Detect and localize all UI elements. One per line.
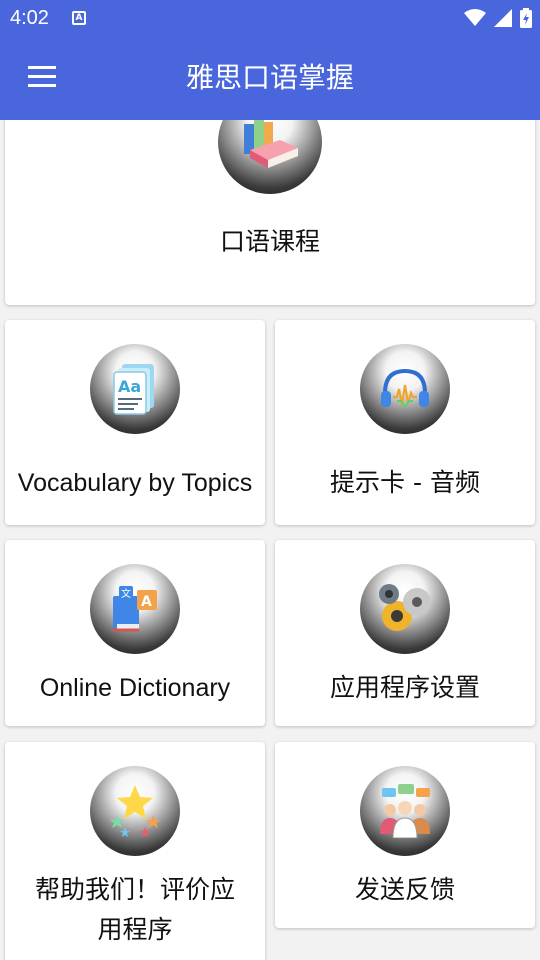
feedback-label: 发送反馈 <box>354 875 455 904</box>
svg-text:文: 文 <box>121 587 131 600</box>
vocabulary-card[interactable]: Aa Vocabulary by Topics <box>5 320 265 525</box>
app-title: 雅思口语掌握 <box>185 61 354 94</box>
online-dictionary-card[interactable]: 文 A Online Dictionary <box>5 540 265 726</box>
status-bar: 4:02 A <box>0 0 540 36</box>
signal-icon <box>494 9 512 27</box>
books-icon <box>218 120 322 194</box>
cue-cards-audio-card[interactable]: 提示卡 - 音频 <box>275 320 535 525</box>
online-dictionary-label: Online Dictionary <box>39 674 231 702</box>
app-settings-label: 应用程序设置 <box>329 673 480 702</box>
speaking-course-label: 口语课程 <box>219 227 320 256</box>
app-settings-card[interactable]: 应用程序设置 <box>275 540 535 726</box>
translation-book-icon: 文 A <box>90 564 180 654</box>
rate-app-card[interactable]: 帮助我们！评价应 用程序 <box>5 742 265 960</box>
people-chat-icon <box>360 766 450 856</box>
status-time: 4:02 <box>10 7 49 29</box>
menu-grid: 口语课程 Aa Vocabulary by Topics 提示卡 - 音频 文 … <box>0 120 540 960</box>
battery-icon <box>520 8 532 28</box>
svg-text:A: A <box>141 594 152 610</box>
wifi-icon <box>464 9 486 26</box>
gears-icon <box>360 564 450 654</box>
svg-text:Aa: Aa <box>118 377 141 396</box>
vocabulary-cards-icon: Aa <box>90 344 180 434</box>
stars-icon <box>90 766 180 856</box>
status-icons <box>464 7 532 29</box>
headphones-icon <box>360 344 450 434</box>
app-bar: 雅思口语掌握 <box>0 36 540 120</box>
speaking-course-card[interactable]: 口语课程 <box>5 120 535 305</box>
cue-cards-audio-label: 提示卡 - 音频 <box>330 468 480 497</box>
notification-icon: A <box>72 11 86 25</box>
vocabulary-label: Vocabulary by Topics <box>17 469 253 497</box>
rate-app-label-line2: 用程序 <box>97 915 173 944</box>
feedback-card[interactable]: 发送反馈 <box>275 742 535 928</box>
rate-app-label-line1: 帮助我们！评价应 <box>34 875 235 904</box>
